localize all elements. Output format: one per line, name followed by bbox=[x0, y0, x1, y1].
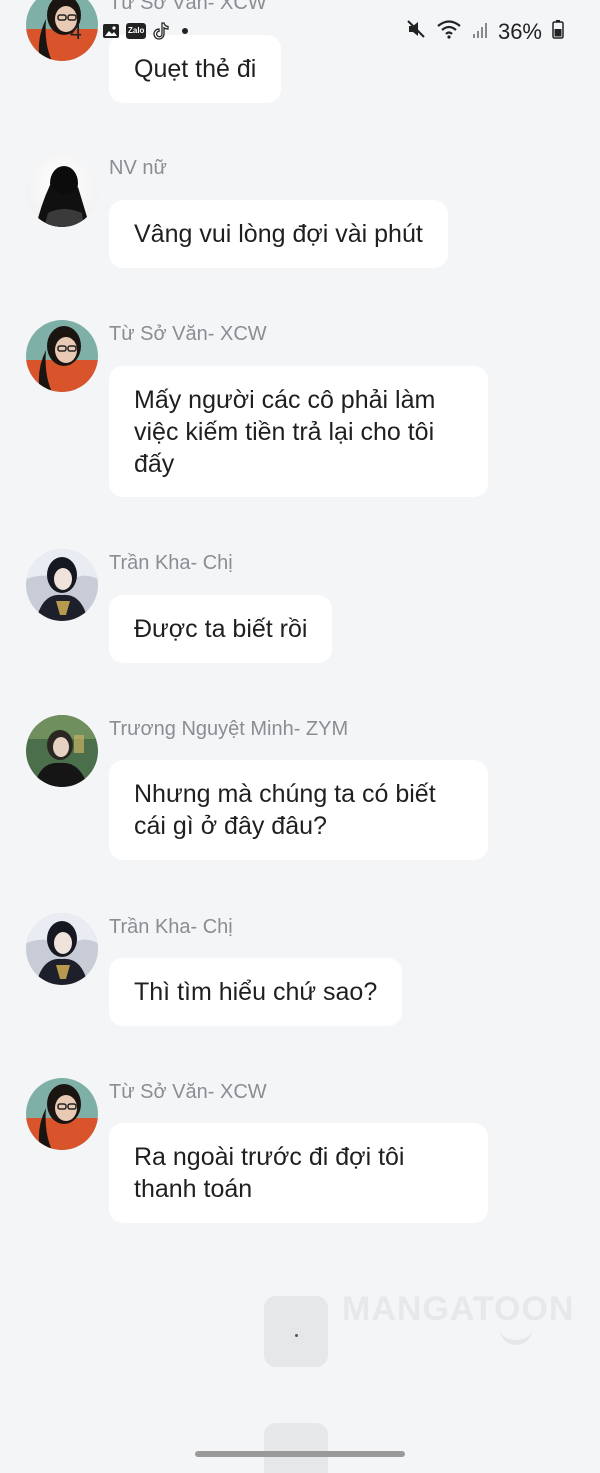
avatar[interactable] bbox=[26, 549, 98, 621]
sender-name: Trần Kha- Chị bbox=[109, 916, 233, 938]
sender-name: Từ Sở Văn- XCW bbox=[109, 0, 267, 14]
message-bubble[interactable]: Ra ngoài trước đi đợi tôi thanh toán bbox=[109, 1123, 488, 1223]
avatar[interactable] bbox=[26, 1078, 98, 1150]
sender-name: Trần Kha- Chị bbox=[109, 552, 233, 574]
home-indicator[interactable] bbox=[195, 1451, 405, 1457]
sender-name: Từ Sở Văn- XCW bbox=[109, 1081, 267, 1103]
avatar[interactable] bbox=[26, 715, 98, 787]
avatar[interactable] bbox=[26, 320, 98, 392]
watermark: MANGATOON bbox=[342, 1290, 575, 1328]
typing-dot bbox=[295, 1334, 298, 1337]
watermark-smile-icon bbox=[500, 1322, 532, 1345]
message-bubble[interactable]: Quẹt thẻ đi bbox=[109, 35, 282, 103]
chat-area: Từ Sở Văn- XCW Quẹt thẻ đi NV nữ Vâng vu… bbox=[0, 0, 600, 1473]
avatar[interactable] bbox=[26, 0, 98, 61]
message-bubble[interactable]: Được ta biết rồi bbox=[109, 595, 333, 663]
typing-bubble bbox=[264, 1296, 328, 1367]
message-bubble[interactable]: Thì tìm hiểu chứ sao? bbox=[109, 958, 403, 1026]
sender-name: Trương Nguyệt Minh- ZYM bbox=[109, 718, 349, 740]
message-bubble[interactable]: Nhưng mà chúng ta có biết cái gì ở đây đ… bbox=[109, 760, 488, 860]
avatar[interactable] bbox=[26, 155, 98, 227]
typing-bubble-next bbox=[264, 1423, 328, 1473]
message-bubble[interactable]: Mấy người các cô phải làm việc kiếm tiền… bbox=[109, 366, 488, 497]
sender-name: Từ Sở Văn- XCW bbox=[109, 323, 267, 345]
sender-name: NV nữ bbox=[109, 157, 167, 179]
avatar[interactable] bbox=[26, 913, 98, 985]
message-bubble[interactable]: Vâng vui lòng đợi vài phút bbox=[109, 200, 448, 268]
